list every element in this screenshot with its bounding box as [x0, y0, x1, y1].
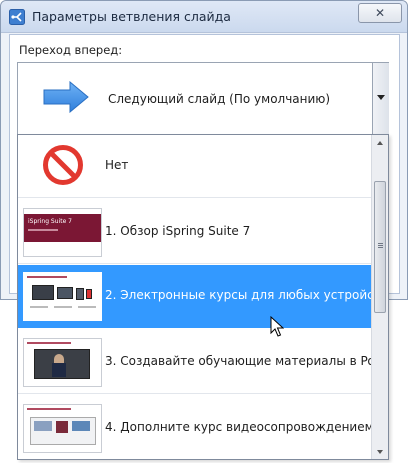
list-item-label: 2. Электронные курсы для любых устройств: [105, 288, 388, 302]
list-item-label: 4. Дополните курс видеосопровождением: [105, 420, 374, 434]
list-item-label: 1. Обзор iSpring Suite 7: [105, 224, 251, 238]
scroll-up-button[interactable]: [372, 135, 388, 152]
window-title: Параметры ветвления слайда: [32, 9, 231, 24]
scroll-down-button[interactable]: [372, 443, 388, 459]
combobox-value: Следующий слайд (По умолчанию): [108, 92, 331, 106]
combobox-dropdown-button[interactable]: [372, 63, 389, 134]
list-item-slide-3[interactable]: 3. Создавайте обучающие материалы в Powe…: [18, 331, 388, 394]
list-item-slide-4[interactable]: 4. Дополните курс видеосопровождением: [18, 397, 374, 459]
title-bar: Параметры ветвления слайда ✕: [1, 1, 407, 33]
scrollbar-thumb[interactable]: [374, 181, 386, 313]
right-arrow-icon: [43, 81, 89, 113]
chevron-up-icon: [377, 141, 383, 145]
chevron-down-icon: [377, 450, 383, 454]
forward-combobox[interactable]: Следующий слайд (По умолчанию): [17, 62, 389, 135]
list-item-label: 3. Создавайте обучающие материалы в Powe…: [105, 354, 389, 368]
mouse-cursor-icon: [270, 316, 284, 337]
slide-thumbnail: [23, 338, 102, 387]
list-item-slide-1[interactable]: iSpring Suite 7 1. Обзор iSpring Suite 7: [18, 201, 371, 264]
vertical-scrollbar[interactable]: [371, 135, 388, 459]
chevron-down-icon: [377, 95, 385, 100]
forward-label: Переход вперед:: [19, 43, 123, 57]
thumbnail-title: iSpring Suite 7: [28, 218, 72, 225]
branching-icon: [9, 9, 25, 25]
list-item-slide-2[interactable]: 2. Электронные курсы для любых устройств: [18, 265, 388, 328]
dropdown-list: Нет iSpring Suite 7 1. Обзор iSpring Sui…: [17, 134, 389, 460]
slide-thumbnail: [23, 272, 102, 321]
list-item-none[interactable]: Нет: [18, 135, 371, 198]
close-button[interactable]: ✕: [358, 3, 402, 23]
list-item-label: Нет: [105, 158, 129, 172]
grip-icon: [378, 243, 383, 244]
slide-thumbnail: iSpring Suite 7: [23, 208, 102, 257]
slide-thumbnail: [23, 404, 102, 453]
no-entry-icon: [43, 145, 83, 185]
